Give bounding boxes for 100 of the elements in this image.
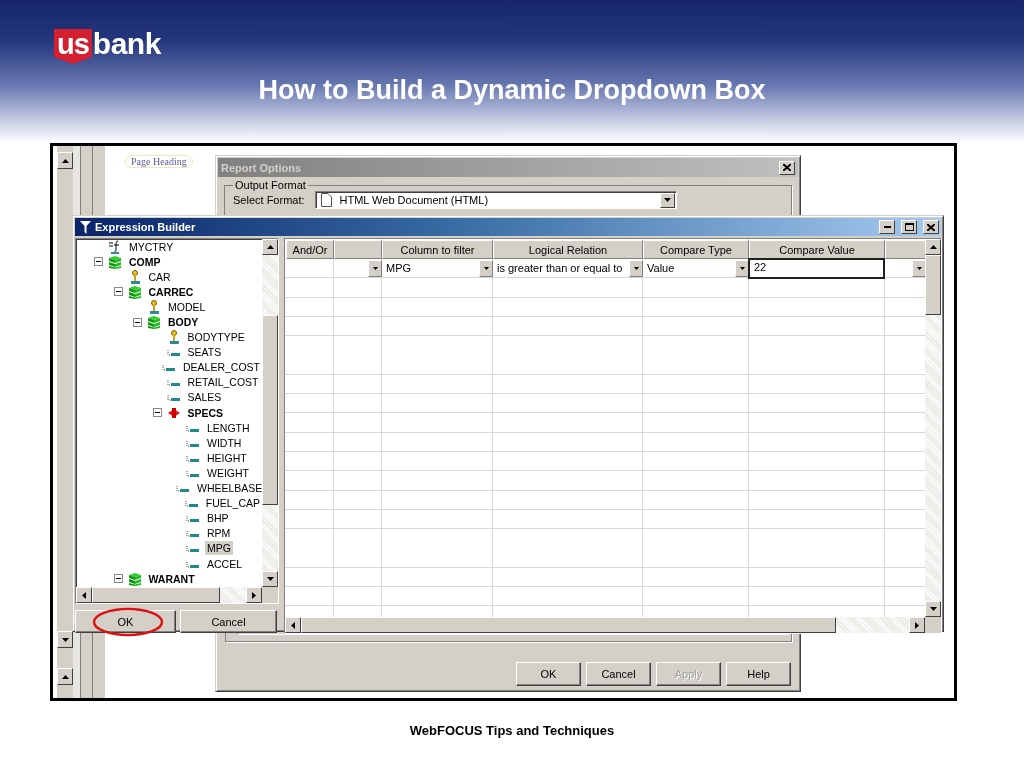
dialog-button[interactable]: Cancel	[180, 610, 277, 633]
window-title: Expression Builder	[95, 221, 196, 233]
scroll-thumb[interactable]	[925, 255, 941, 315]
cube-stack-icon	[108, 254, 122, 269]
collapse-icon[interactable]	[152, 408, 162, 418]
tree-item[interactable]: MODEL	[166, 299, 208, 314]
tree-item[interactable]: WIDTH	[205, 435, 244, 450]
tree-item[interactable]: BHP	[205, 511, 231, 526]
key-icon	[147, 299, 161, 314]
format-dropdown[interactable]: HTML Web Document (HTML)	[314, 191, 677, 209]
tree-item[interactable]: WARANT	[146, 571, 197, 586]
tree-item[interactable]: CARREC	[146, 284, 196, 299]
tree-item[interactable]: SALES	[185, 390, 224, 405]
down-arrow-icon	[61, 637, 69, 642]
scrollbar[interactable]	[285, 617, 941, 633]
logo-shield: us	[54, 29, 92, 64]
column-header[interactable]	[885, 240, 925, 259]
column-header[interactable]: And/Or	[286, 240, 334, 259]
scroll-left-button[interactable]	[76, 587, 92, 603]
tree-item[interactable]: RETAIL_COST	[185, 375, 261, 390]
dialog-button[interactable]: Cancel	[586, 662, 651, 686]
slide-title: How to Build a Dynamic Dropdown Box	[257, 74, 767, 107]
dropdown-button[interactable]	[912, 259, 925, 277]
caret-icon	[739, 266, 745, 270]
scroll-down-button[interactable]	[925, 601, 941, 617]
down-arrow-icon	[929, 607, 937, 611]
scroll-down-button[interactable]	[262, 571, 278, 587]
tree-item[interactable]: SPECS	[185, 405, 226, 420]
dialog-button[interactable]: Help	[726, 662, 791, 686]
collapse-icon[interactable]	[113, 574, 123, 584]
tree-item[interactable]: MYCTRY	[127, 239, 176, 254]
close-button[interactable]	[779, 160, 795, 175]
input-field[interactable]: 22	[748, 258, 885, 280]
tree-item[interactable]: ACCEL	[205, 556, 244, 571]
collapse-icon[interactable]	[94, 257, 103, 267]
collapse-icon[interactable]	[113, 287, 123, 297]
cell-value: MPG	[386, 262, 413, 275]
funnel-icon	[80, 220, 91, 234]
caret-icon	[663, 198, 671, 202]
up-arrow-icon	[929, 245, 937, 249]
tree-item[interactable]: WHEELBASE	[195, 481, 262, 496]
right-arrow-icon	[252, 591, 256, 599]
close-icon	[927, 223, 935, 231]
up-arrow-icon	[266, 245, 274, 249]
scroll-thumb[interactable]	[301, 617, 837, 633]
collapse-icon[interactable]	[133, 317, 142, 327]
scroll-up-button[interactable]	[57, 668, 73, 685]
down-arrow-icon	[266, 577, 274, 581]
tree-item[interactable]: DEALER_COST	[180, 360, 262, 375]
cube-stack-icon	[127, 571, 142, 586]
cell-value: Value	[647, 262, 676, 275]
dropdown-button[interactable]	[735, 259, 749, 277]
column-header[interactable]	[334, 240, 382, 259]
cube-stack-icon	[147, 315, 161, 329]
scrollbar[interactable]	[925, 239, 941, 617]
caret-icon	[372, 266, 378, 270]
tree-item[interactable]: RPM	[205, 526, 233, 541]
scroll-left-button[interactable]	[285, 617, 301, 633]
tree-item[interactable]: SEATS	[185, 345, 224, 360]
column-header[interactable]: Compare Type	[643, 240, 749, 259]
left-arrow-icon	[291, 621, 295, 629]
scroll-up-button[interactable]	[262, 239, 278, 255]
scroll-thumb[interactable]	[262, 315, 278, 505]
group-label: Output Format	[234, 179, 307, 191]
document-icon	[320, 193, 332, 207]
dropdown-button[interactable]	[479, 259, 493, 277]
scrollbar[interactable]	[262, 239, 278, 587]
scroll-right-button[interactable]	[246, 587, 262, 603]
maximize-button[interactable]	[901, 220, 917, 234]
tree-item[interactable]: BODY	[166, 315, 201, 329]
scroll-up-button[interactable]	[925, 239, 941, 255]
scroll-down-button[interactable]	[57, 631, 73, 648]
scroll-up-button[interactable]	[57, 152, 73, 169]
window-title: Report Options	[221, 161, 303, 174]
scroll-right-button[interactable]	[909, 617, 925, 633]
tree-item[interactable]: BODYTYPE	[185, 330, 247, 345]
tree-item[interactable]: HEIGHT	[205, 450, 249, 465]
tree-item[interactable]: CAR	[146, 269, 173, 284]
maximize-icon	[904, 223, 914, 231]
dropdown-button[interactable]	[659, 192, 675, 208]
up-arrow-icon	[61, 674, 69, 679]
tree-item[interactable]: LENGTH	[205, 420, 252, 435]
field-label: Select Format:	[233, 194, 305, 206]
column-header[interactable]: Logical Relation	[493, 240, 643, 259]
tree-item[interactable]: MPG	[205, 541, 233, 556]
tree-item[interactable]: COMP	[127, 254, 163, 269]
dropdown-button[interactable]	[368, 259, 382, 277]
tree-item[interactable]: WEIGHT	[205, 465, 251, 480]
caret-icon	[483, 266, 489, 270]
scrollbar[interactable]	[76, 587, 278, 603]
column-header[interactable]: Column to filter	[382, 240, 493, 259]
up-arrow-icon	[61, 158, 69, 163]
logo-text: bank	[92, 29, 161, 59]
close-icon	[783, 164, 791, 171]
tree-item[interactable]: FUEL_CAP	[203, 496, 262, 511]
close-button[interactable]	[923, 220, 939, 234]
dropdown-button[interactable]	[629, 259, 643, 277]
minimize-button[interactable]	[879, 220, 895, 234]
dialog-button[interactable]: OK	[516, 662, 581, 686]
scroll-thumb[interactable]	[92, 587, 220, 603]
